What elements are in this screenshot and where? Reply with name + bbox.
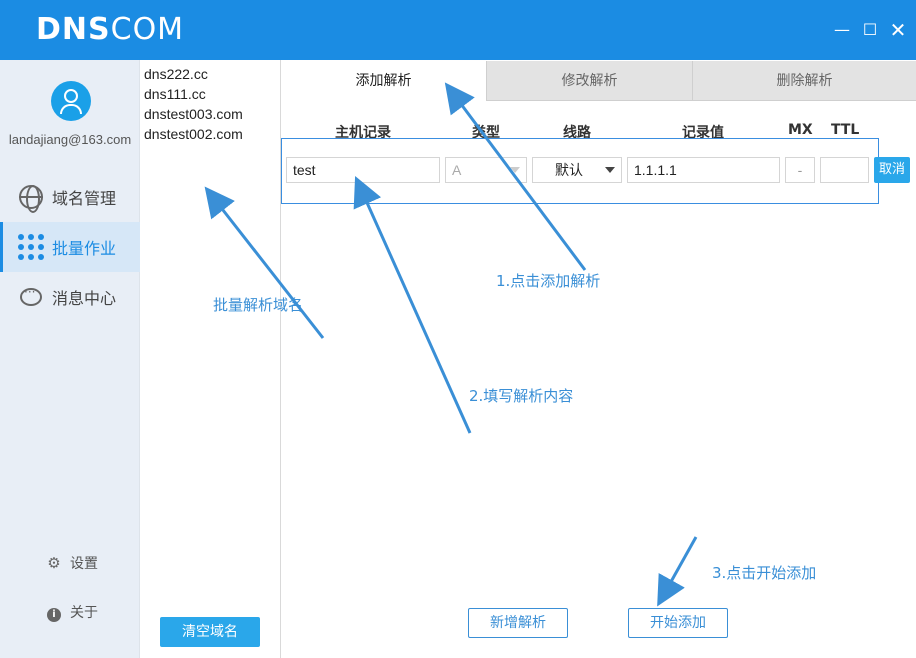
annotation-step-1: 1.点击添加解析 xyxy=(496,272,601,290)
tab-edit-record[interactable]: 修改解析 xyxy=(486,61,692,101)
dns-com-logo: DNSCOM xyxy=(36,12,184,48)
domain-list-item[interactable]: dns111.cc xyxy=(144,86,206,102)
tab-add-record[interactable]: 添加解析 xyxy=(281,61,486,101)
sidebar-item-domain-management[interactable]: 域名管理 xyxy=(0,172,140,222)
sidebar: landajiang@163.com 域名管理 批量作业 消息中心 ⚙ 设置 i… xyxy=(0,60,140,658)
settings-button[interactable]: ⚙ 设置 xyxy=(0,548,140,578)
domain-list-panel: dns222.cc dns111.cc dnstest003.com dnste… xyxy=(140,60,281,658)
sidebar-item-label: 域名管理 xyxy=(52,189,117,208)
annotation-step-2: 2.填写解析内容 xyxy=(469,387,574,405)
minimize-icon[interactable]: — xyxy=(832,20,852,40)
mx-input[interactable]: - xyxy=(785,157,815,183)
domain-list-item[interactable]: dns222.cc xyxy=(144,66,208,82)
maximize-icon[interactable]: ☐ xyxy=(860,20,880,40)
chevron-down-icon xyxy=(605,167,615,173)
annotation-batch-domains: 批量解析域名 xyxy=(213,296,304,314)
header-ttl: TTL xyxy=(831,122,860,138)
sidebar-item-message-center[interactable]: 消息中心 xyxy=(0,272,140,322)
domain-list-item[interactable]: dnstest003.com xyxy=(144,106,243,122)
host-record-input[interactable]: test xyxy=(286,157,440,183)
sidebar-item-label: 消息中心 xyxy=(52,289,117,308)
cancel-button[interactable]: 取消 xyxy=(874,157,910,183)
gear-icon: ⚙ xyxy=(47,554,61,572)
clear-domains-button[interactable]: 清空域名 xyxy=(160,617,260,647)
grid-dots-icon xyxy=(18,234,44,260)
tab-bar: 添加解析 修改解析 删除解析 xyxy=(281,61,916,101)
settings-label: 设置 xyxy=(70,556,98,572)
chat-bubble-icon xyxy=(18,284,44,310)
ttl-input[interactable] xyxy=(820,157,869,183)
close-icon[interactable]: ✕ xyxy=(888,20,908,40)
about-button[interactable]: i 关于 xyxy=(0,597,140,627)
start-adding-button[interactable]: 开始添加 xyxy=(628,608,728,638)
avatar[interactable] xyxy=(51,81,91,121)
about-label: 关于 xyxy=(70,605,98,621)
user-body-icon xyxy=(60,104,82,114)
header-mx: MX xyxy=(788,122,813,138)
line-select-value: 默认 xyxy=(555,162,583,178)
arrow-to-start-button xyxy=(657,536,698,607)
info-icon: i xyxy=(46,604,62,622)
arrow-to-host-input xyxy=(353,176,472,434)
chevron-down-icon xyxy=(510,167,520,173)
user-icon xyxy=(64,89,78,103)
record-value-input[interactable]: 1.1.1.1 xyxy=(627,157,780,183)
annotation-step-3: 3.点击开始添加 xyxy=(712,564,817,582)
add-new-record-button[interactable]: 新增解析 xyxy=(468,608,568,638)
type-select[interactable]: A xyxy=(445,157,527,183)
line-select[interactable]: 默认 xyxy=(532,157,622,183)
domain-list-item[interactable]: dnstest002.com xyxy=(144,126,243,142)
tab-delete-record[interactable]: 删除解析 xyxy=(692,61,916,101)
globe-icon xyxy=(18,184,44,213)
sidebar-item-batch-jobs[interactable]: 批量作业 xyxy=(0,222,140,272)
user-email: landajiang@163.com xyxy=(8,132,132,147)
logo-bold-text: DNS xyxy=(36,12,111,47)
title-bar: DNSCOM — ☐ ✕ xyxy=(0,0,916,60)
logo-light-text: COM xyxy=(110,12,185,47)
sidebar-item-label: 批量作业 xyxy=(52,239,117,258)
type-select-value: A xyxy=(452,162,462,178)
